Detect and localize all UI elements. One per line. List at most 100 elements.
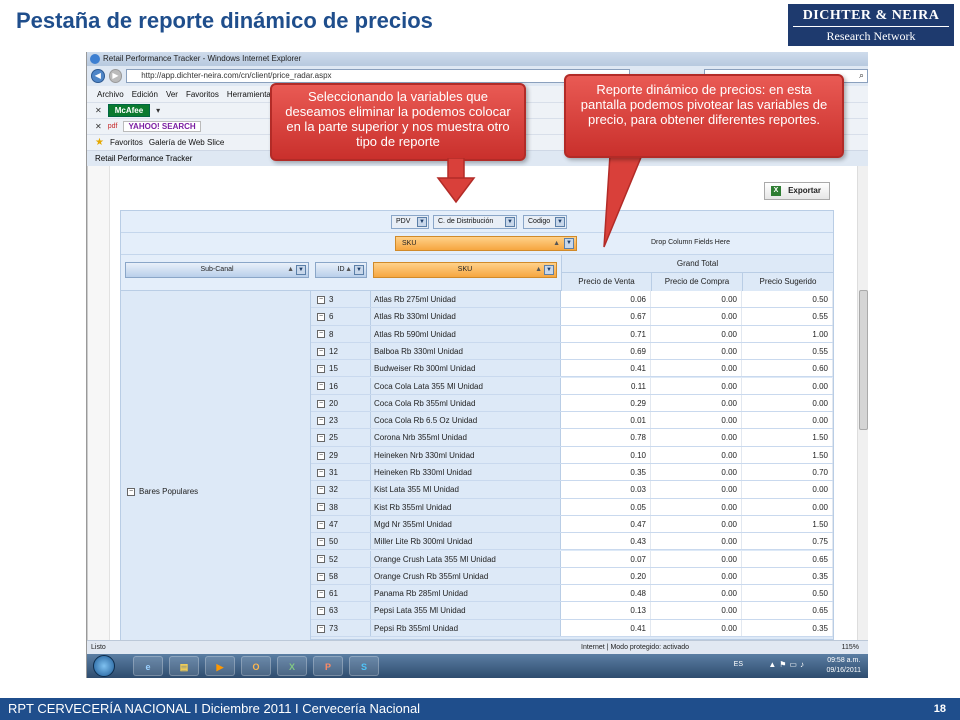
collapse-icon[interactable]: − xyxy=(317,572,325,581)
chevron-down-icon[interactable]: ▼ xyxy=(296,265,306,275)
export-button[interactable]: X Exportar xyxy=(764,182,830,200)
precio-compra-cell-text: 0.00 xyxy=(721,295,737,304)
collapse-icon[interactable]: − xyxy=(317,330,325,339)
collapse-icon[interactable]: − xyxy=(317,468,325,477)
taskbar-clock[interactable]: 09:58 a.m. 09/16/2011 xyxy=(826,656,861,676)
collapse-icon[interactable]: − xyxy=(317,365,325,374)
pdfforge-icon[interactable]: pdf xyxy=(108,123,118,130)
precio-sugerido-cell-text: 0.65 xyxy=(812,554,828,564)
table-row: −3 Atlas Rb 275ml Unidad 0.06 0.00 0.50 xyxy=(311,291,833,309)
collapse-icon[interactable]: − xyxy=(127,487,135,496)
ie-taskbar-icon[interactable]: e xyxy=(133,656,163,676)
collapse-icon[interactable]: − xyxy=(317,295,325,304)
language-indicator[interactable]: ES xyxy=(734,661,743,668)
menu-item-edicion[interactable]: Edición xyxy=(132,90,158,99)
row-sku-cell-text: Kist Lata 355 Ml Unidad xyxy=(374,485,459,495)
media-player-taskbar-icon[interactable]: ▶ xyxy=(205,656,235,676)
row-sku-cell: Coca Cola Rb 6.5 Oz Unidad xyxy=(371,412,561,429)
tab-retail-performance-tracker[interactable]: Retail Performance Tracker xyxy=(95,154,192,163)
chevron-down-icon[interactable]: ▾ xyxy=(156,106,160,115)
chevron-down-icon[interactable]: ▼ xyxy=(555,217,565,227)
outlook-taskbar-icon[interactable]: O xyxy=(241,656,271,676)
row-sku-cell: Coca Cola Rb 355ml Unidad xyxy=(371,394,561,412)
menu-item-herramientas[interactable]: Herramientas xyxy=(227,90,275,99)
chevron-down-icon[interactable]: ▼ xyxy=(417,217,427,227)
precio-sugerido-cell-text: 1.00 xyxy=(812,329,828,339)
precio-compra-cell-text: 0.00 xyxy=(721,433,737,443)
collapse-icon[interactable]: − xyxy=(317,520,325,529)
sort-icon[interactable]: ▲ xyxy=(553,237,560,250)
measure-header-compra: Precio de Compra xyxy=(651,273,742,291)
collapse-icon[interactable]: − xyxy=(317,399,325,408)
row-sku-cell-text: Mgd Nr 355ml Unidad xyxy=(374,519,452,529)
row-id-cell: −58 xyxy=(311,567,371,585)
close-icon[interactable]: ✕ xyxy=(95,122,102,131)
table-row: −58 Orange Crush Rb 355ml Unidad 0.20 0.00 0… xyxy=(311,567,833,586)
tray-icons[interactable]: ▲⚑▭♪ xyxy=(768,660,807,669)
precio-venta-cell: 0.13 xyxy=(561,602,651,619)
collapse-icon[interactable]: − xyxy=(317,451,325,460)
close-icon[interactable]: ✕ xyxy=(95,106,102,115)
skype-taskbar-icon[interactable]: S xyxy=(349,656,379,676)
back-icon[interactable]: ◀ xyxy=(91,69,105,83)
menu-item-archivo[interactable]: Archivo xyxy=(97,90,124,99)
row-sku-cell-text: Coca Cola Lata 355 Ml Unidad xyxy=(374,381,483,391)
collapse-icon[interactable]: − xyxy=(317,503,325,512)
slide-footer: RPT CERVECERÍA NACIONAL I Diciembre 2011… xyxy=(0,698,960,720)
start-button[interactable] xyxy=(93,655,115,677)
row-sku-cell-text: Atlas Rb 275ml Unidad xyxy=(374,295,456,304)
precio-sugerido-cell: 1.50 xyxy=(742,429,833,446)
filter-field-distribucion[interactable]: C. de Distribución ▼ xyxy=(433,215,517,229)
collapse-icon[interactable]: − xyxy=(317,313,325,322)
page-title: Pestaña de reporte dinámico de precios xyxy=(16,8,433,33)
row-group: − Bares Populares xyxy=(121,291,311,641)
favorites-button[interactable]: Favoritos xyxy=(110,138,143,147)
collapse-icon[interactable]: − xyxy=(317,347,325,356)
collapse-icon[interactable]: − xyxy=(317,555,325,564)
chevron-down-icon[interactable]: ▼ xyxy=(544,265,554,275)
collapse-icon[interactable]: − xyxy=(317,607,325,616)
filter-field-pdv[interactable]: PDV ▼ xyxy=(391,215,429,229)
excel-taskbar-icon[interactable]: X xyxy=(277,656,307,676)
chevron-down-icon[interactable]: ▼ xyxy=(354,265,364,275)
scroll-thumb[interactable] xyxy=(859,290,868,430)
row-sku-cell: Panama Rb 285ml Unidad xyxy=(371,585,561,602)
sort-icon[interactable]: ▲ xyxy=(287,263,294,277)
yahoo-search-box[interactable]: YAHOO! SEARCH xyxy=(123,121,201,132)
precio-compra-cell-text: 0.00 xyxy=(721,364,737,374)
collapse-icon[interactable]: − xyxy=(317,486,325,495)
zoom-control[interactable]: 115% xyxy=(842,641,859,654)
mcafee-button[interactable]: McAfee xyxy=(107,104,151,117)
sort-icon[interactable]: ▲ xyxy=(535,263,542,277)
forward-icon[interactable]: ▶ xyxy=(108,69,123,83)
url-input[interactable]: http://app.dichter-neira.com/cn/client/p… xyxy=(126,69,630,83)
menu-item-ver[interactable]: Ver xyxy=(166,90,178,99)
row-sku-cell-text: Heineken Rb 330ml Unidad xyxy=(374,468,472,477)
chevron-down-icon[interactable]: ▼ xyxy=(505,217,515,227)
footer-text: RPT CERVECERÍA NACIONAL I Diciembre 2011… xyxy=(8,701,421,716)
chevron-down-icon[interactable]: ▼ xyxy=(564,238,574,249)
row-sku-cell: Coca Cola Lata 355 Ml Unidad xyxy=(371,377,561,394)
collapse-icon[interactable]: − xyxy=(317,382,325,391)
collapse-icon[interactable]: − xyxy=(317,589,325,598)
web-slice-button[interactable]: Galería de Web Slice xyxy=(149,138,224,147)
row-field-id[interactable]: ID ▲ ▼ xyxy=(315,262,367,278)
collapse-icon[interactable]: − xyxy=(317,434,325,443)
precio-venta-cell: 0.03 xyxy=(561,481,651,498)
collapse-icon[interactable]: − xyxy=(317,538,325,547)
collapse-icon[interactable]: − xyxy=(317,624,325,633)
filter-field-codigo[interactable]: Codigo ▼ xyxy=(523,215,567,229)
window-title: Retail Performance Tracker - Windows Int… xyxy=(103,54,302,63)
vertical-scrollbar[interactable] xyxy=(857,166,868,640)
row-field-subcanal[interactable]: Sub-Canal ▲ ▼ xyxy=(125,262,309,278)
row-field-sku[interactable]: SKU ▲ ▼ xyxy=(373,262,557,278)
page-number: 18 xyxy=(933,703,946,715)
collapse-icon[interactable]: − xyxy=(317,416,325,425)
sort-icon[interactable]: ▲ xyxy=(345,263,352,277)
powerpoint-taskbar-icon[interactable]: P xyxy=(313,656,343,676)
folder-taskbar-icon[interactable]: ▤ xyxy=(169,656,199,676)
menu-item-favoritos[interactable]: Favoritos xyxy=(186,90,219,99)
callout-left: Seleccionando la variables que deseamos … xyxy=(270,83,526,161)
search-icon[interactable]: ⌕ xyxy=(859,70,864,81)
column-field-sku[interactable]: SKU ▲ ▼ xyxy=(395,236,577,251)
